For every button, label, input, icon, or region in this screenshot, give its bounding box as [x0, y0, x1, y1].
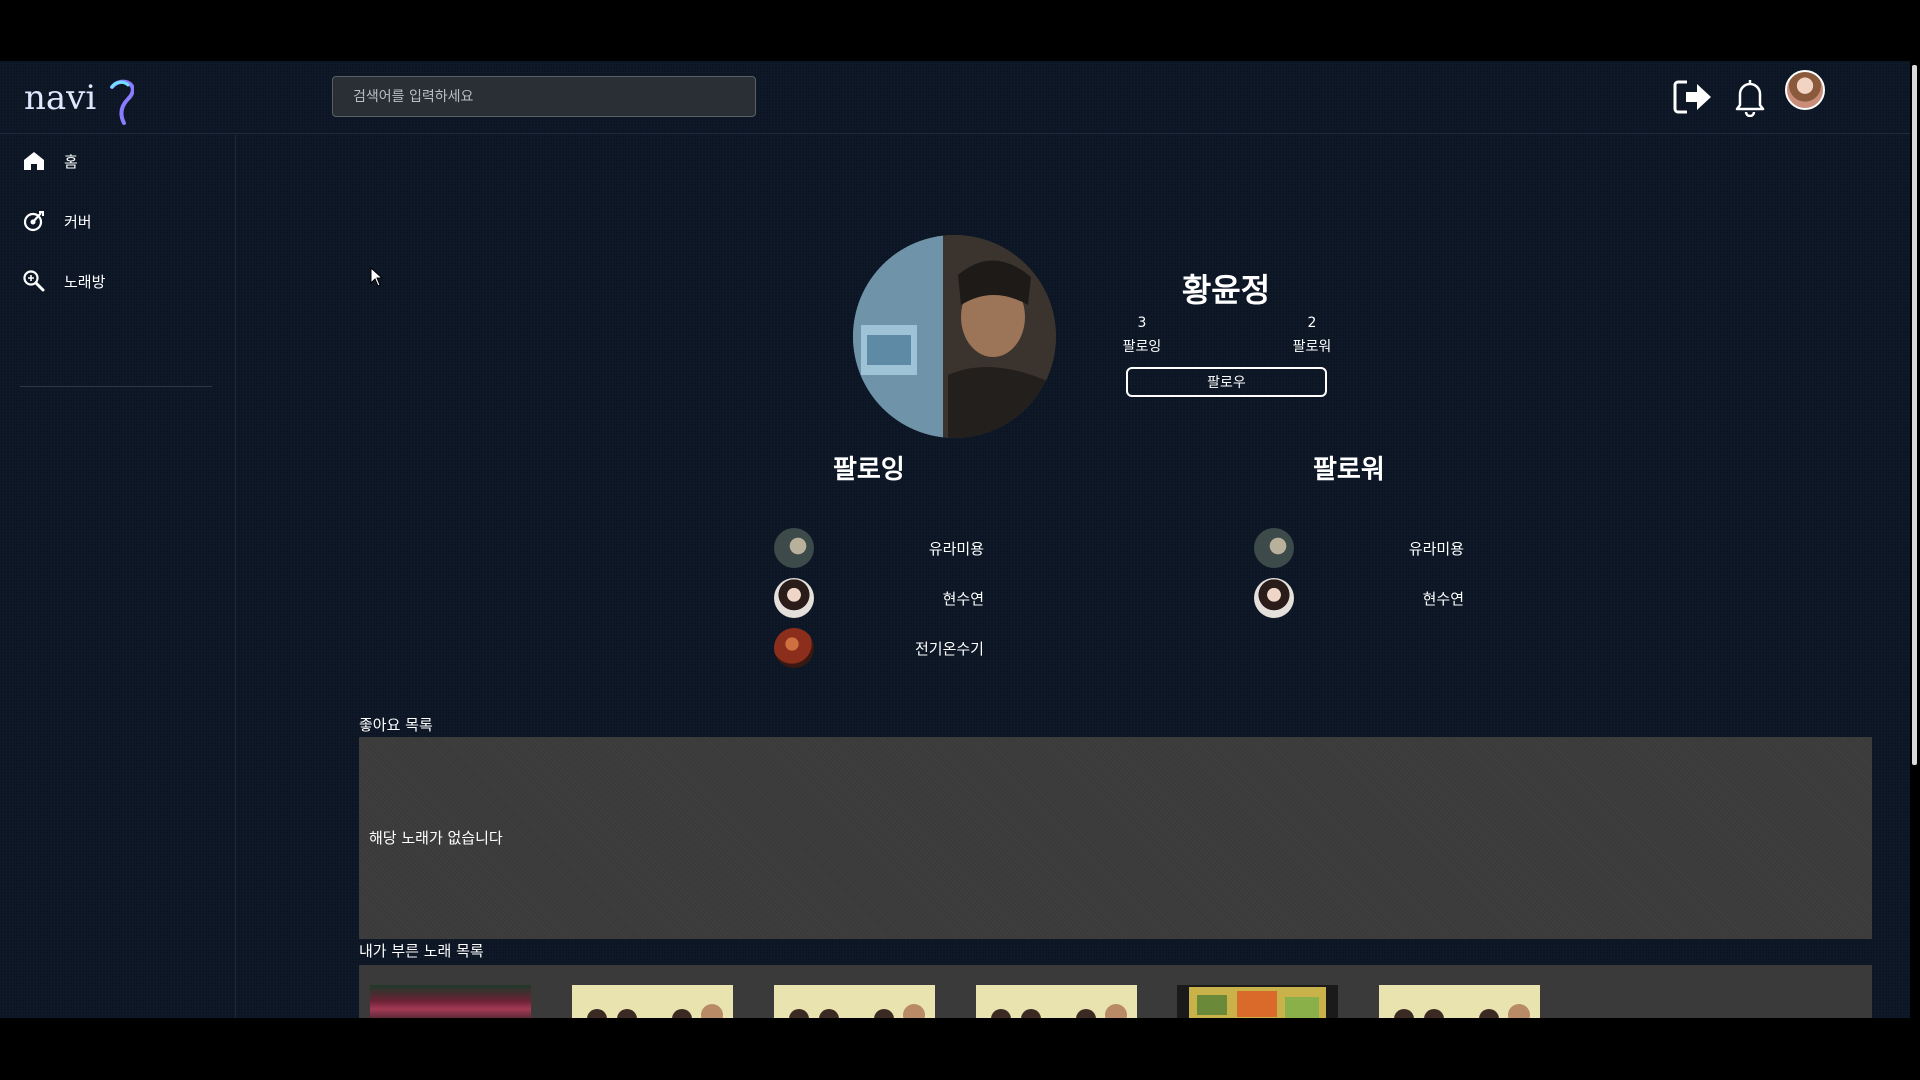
sidebar-item-label: 커버	[64, 212, 92, 231]
follower-user-row[interactable]: 유라미용	[1254, 528, 1464, 568]
mouse-cursor-icon	[370, 267, 384, 287]
scrollbar-thumb[interactable]	[1912, 65, 1917, 765]
karaoke-search-icon	[23, 270, 45, 292]
sidebar-item-cover[interactable]: 커버	[22, 206, 92, 236]
following-user-row[interactable]: 전기온수기	[774, 628, 984, 668]
follower-stat[interactable]: 2 팔로워	[1272, 311, 1352, 359]
profile-photo	[853, 235, 1056, 438]
bell-icon	[1735, 80, 1765, 117]
sidebar-item-home[interactable]: 홈	[22, 146, 78, 176]
likes-panel: 해당 노래가 없습니다	[359, 737, 1872, 939]
logo-text: navi	[24, 78, 96, 118]
likes-section-title: 좋아요 목록	[359, 716, 433, 734]
home-icon	[24, 152, 44, 170]
sidebar-divider	[20, 386, 212, 387]
user-name: 유라미용	[928, 540, 984, 558]
following-count: 3	[1137, 315, 1147, 331]
song-thumbnail[interactable]	[1177, 985, 1338, 1018]
following-label: 팔로잉	[1122, 339, 1162, 355]
user-name: 현수연	[1422, 590, 1464, 608]
sidebar-item-label: 홈	[64, 152, 78, 171]
sidebar-item-karaoke[interactable]: 노래방	[22, 266, 105, 296]
logout-button[interactable]	[1671, 75, 1715, 119]
following-section-title: 팔로잉	[833, 455, 905, 485]
song-thumbnail[interactable]	[572, 985, 733, 1018]
letterbox-bottom	[0, 1018, 1920, 1080]
user-avatar-button[interactable]	[1785, 70, 1825, 110]
song-thumbnail[interactable]	[1379, 985, 1540, 1018]
sidebar-item-label: 노래방	[64, 272, 106, 291]
follow-button[interactable]: 팔로우	[1126, 367, 1327, 397]
profile-name: 황윤정	[1181, 271, 1271, 309]
user-avatar	[774, 528, 814, 568]
top-header: navi	[0, 61, 1910, 134]
sidebar: 홈 커버 노래방	[0, 135, 236, 1018]
navi-logo[interactable]: navi	[24, 71, 134, 127]
sung-songs-panel	[359, 965, 1872, 1018]
user-name: 전기온수기	[914, 640, 984, 658]
empty-message: 해당 노래가 없습니다	[369, 829, 503, 847]
user-avatar	[774, 628, 814, 668]
song-thumbnail[interactable]	[774, 985, 935, 1018]
song-thumbnail[interactable]	[976, 985, 1137, 1018]
user-name: 현수연	[942, 590, 984, 608]
cover-icon	[23, 211, 44, 232]
profile-photo-image	[853, 235, 1056, 438]
following-user-row[interactable]: 현수연	[774, 578, 984, 618]
notification-button[interactable]	[1728, 75, 1772, 119]
sung-section-title: 내가 부른 노래 목록	[359, 942, 484, 960]
following-user-row[interactable]: 유라미용	[774, 528, 984, 568]
following-stat[interactable]: 3 팔로잉	[1102, 311, 1182, 359]
user-avatar	[774, 578, 814, 618]
user-avatar	[1254, 578, 1294, 618]
follower-label: 팔로워	[1292, 339, 1332, 355]
search-input[interactable]	[332, 76, 756, 117]
user-avatar	[1254, 528, 1294, 568]
follower-count: 2	[1307, 315, 1317, 331]
scrollbar[interactable]	[1910, 61, 1920, 1018]
letterbox-top	[0, 0, 1920, 61]
user-name: 유라미용	[1408, 540, 1464, 558]
song-thumbnail[interactable]	[370, 985, 531, 1018]
follower-user-row[interactable]: 현수연	[1254, 578, 1464, 618]
app-window: navi 홈	[0, 61, 1910, 1018]
logout-icon	[1673, 80, 1711, 114]
followers-section-title: 팔로워	[1313, 455, 1385, 485]
